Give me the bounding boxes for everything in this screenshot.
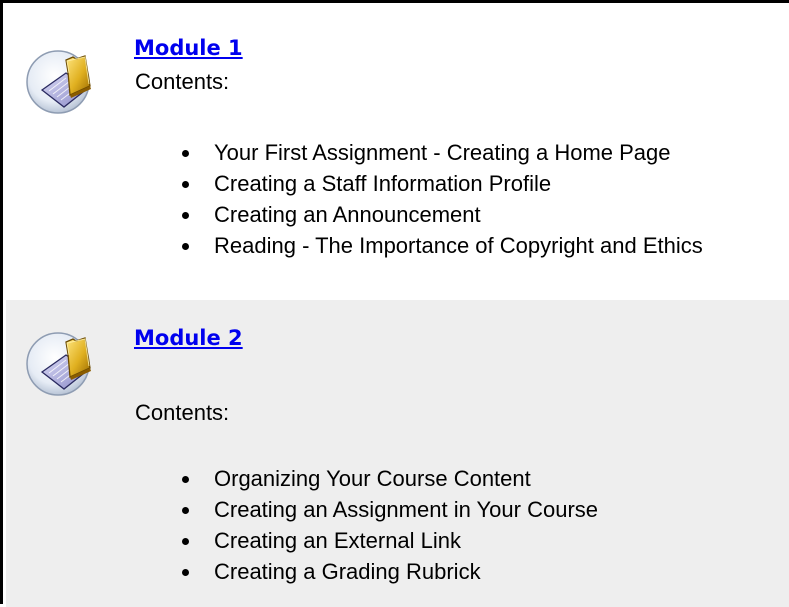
list-item-label: Reading - The Importance of Copyright an…	[214, 233, 703, 258]
module-1-contents-list: Your First Assignment - Creating a Home …	[179, 137, 703, 261]
list-item: Creating an Announcement	[179, 199, 703, 230]
list-item-label: Creating a Grading Rubrick	[214, 559, 481, 584]
list-item-label: Creating an External Link	[214, 528, 462, 553]
list-item: Creating an External Link	[179, 525, 598, 556]
list-item: Organizing Your Course Content	[179, 463, 598, 494]
module-2-section: Module 2 Contents: Organizing Your Cours…	[6, 300, 789, 607]
list-item-label: Creating a Staff Information Profile	[214, 171, 552, 196]
module-1-link[interactable]: Module 1	[134, 36, 243, 60]
list-item-label: Your First Assignment - Creating a Home …	[214, 140, 671, 165]
module-2-contents-label: Contents:	[135, 400, 230, 425]
module-2-contents-list: Organizing Your Course Content Creating …	[179, 463, 598, 587]
module-1-contents-label: Contents:	[135, 69, 230, 94]
list-item: Reading - The Importance of Copyright an…	[179, 230, 703, 261]
list-item-label: Creating an Announcement	[214, 202, 481, 227]
list-item-label: Organizing Your Course Content	[214, 466, 531, 491]
folder-notebook-icon	[24, 328, 98, 402]
list-item: Creating a Staff Information Profile	[179, 168, 703, 199]
module-1-section: Module 1 Contents: Your First Assignment…	[6, 6, 789, 300]
module-2-link[interactable]: Module 2	[134, 326, 243, 350]
folder-notebook-icon	[24, 46, 98, 120]
content-frame: Module 1 Contents: Your First Assignment…	[0, 0, 789, 607]
list-item: Creating a Grading Rubrick	[179, 556, 598, 587]
list-item-label: Creating an Assignment in Your Course	[214, 497, 599, 522]
list-item: Your First Assignment - Creating a Home …	[179, 137, 703, 168]
list-item: Creating an Assignment in Your Course	[179, 494, 598, 525]
